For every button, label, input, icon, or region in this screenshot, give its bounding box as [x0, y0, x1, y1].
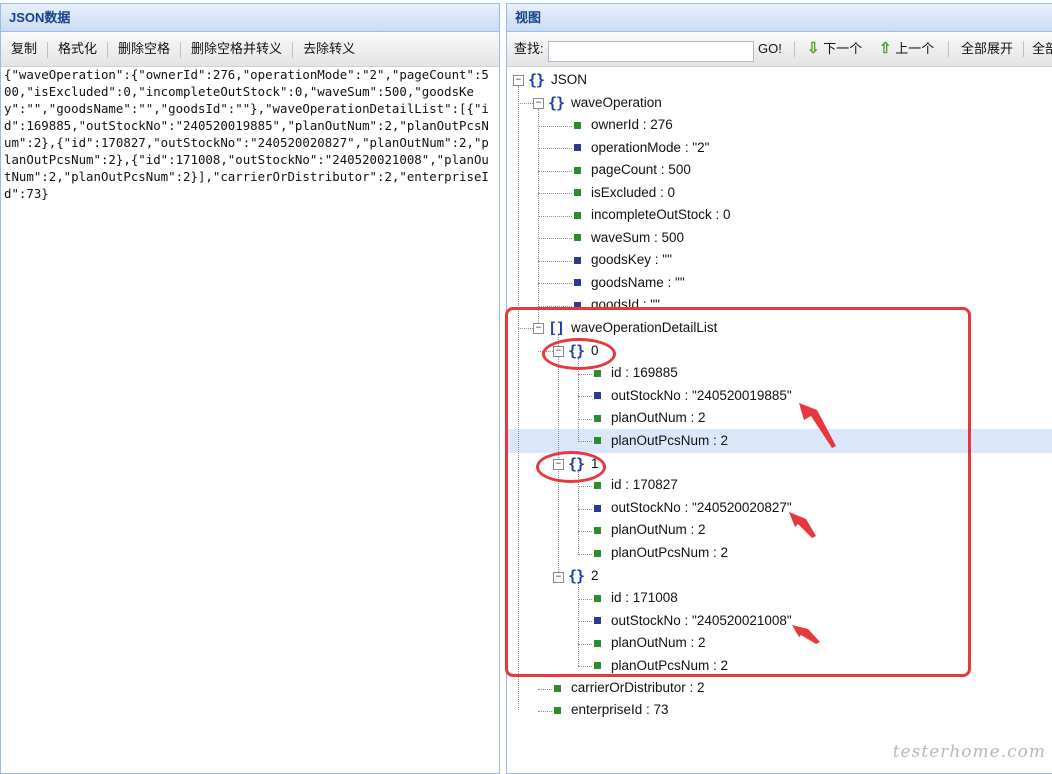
site-watermark: testerhome.com	[892, 742, 1046, 762]
annotation-arrows	[789, 403, 836, 644]
annotation-arrow	[789, 512, 816, 538]
annotation-arrow	[799, 403, 836, 448]
annotation-arrow	[792, 625, 820, 644]
